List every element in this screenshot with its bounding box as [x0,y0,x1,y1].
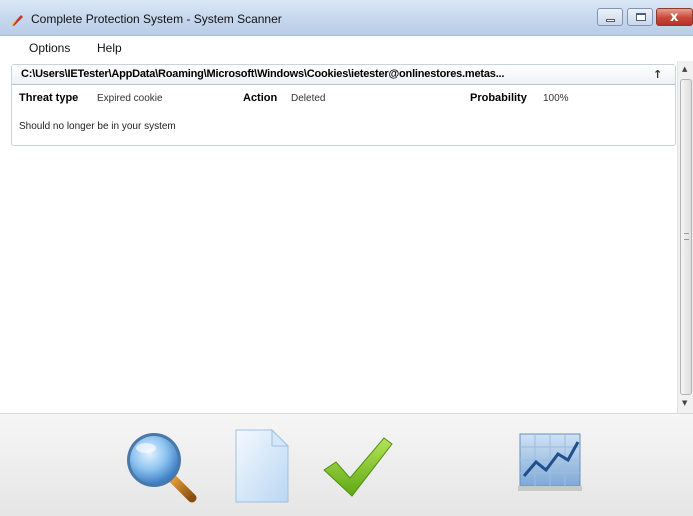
scanner-window: Complete Protection System - System Scan… [0,0,693,516]
grip-icon [684,233,689,240]
maximize-button[interactable] [627,8,653,26]
menu-help[interactable]: Help [97,41,122,55]
result-path: C:\Users\IETester\AppData\Roaming\Micros… [21,68,505,80]
window-title: Complete Protection System - System Scan… [31,12,282,26]
action-toolbar [0,413,693,511]
minimize-icon [606,19,615,22]
probability-label: Probability [470,92,527,104]
threat-type-label: Threat type [19,92,79,104]
probability-value: 100% [543,93,569,104]
close-button[interactable]: x [656,8,693,26]
collapse-icon[interactable]: ↑ [653,68,662,81]
checkmark-icon[interactable] [322,434,394,500]
result-detail: Should no longer be in your system [19,121,176,132]
title-bar[interactable]: Complete Protection System - System Scan… [0,0,693,36]
scroll-down-icon[interactable]: ▼ [682,399,687,407]
vertical-scrollbar[interactable]: ▲ ▼ [677,61,693,413]
scroll-up-icon[interactable]: ▲ [682,65,687,73]
status-strip [0,511,693,516]
result-path-header[interactable]: C:\Users\IETester\AppData\Roaming\Micros… [12,65,675,85]
minimize-button[interactable] [597,8,623,26]
action-value: Deleted [291,93,326,104]
chart-icon[interactable] [516,432,586,494]
magnifier-icon[interactable] [122,428,198,504]
threat-type-value: Expired cookie [97,93,163,104]
app-shield-icon [11,15,23,26]
result-item[interactable]: C:\Users\IETester\AppData\Roaming\Micros… [11,64,676,146]
scroll-thumb[interactable] [680,79,692,395]
results-list: C:\Users\IETester\AppData\Roaming\Micros… [8,61,677,413]
menu-options[interactable]: Options [29,41,70,55]
maximize-icon [636,13,646,21]
document-icon[interactable] [232,428,292,504]
close-icon: x [670,10,679,25]
menu-bar: Options Help [0,37,693,59]
action-label: Action [243,92,278,104]
